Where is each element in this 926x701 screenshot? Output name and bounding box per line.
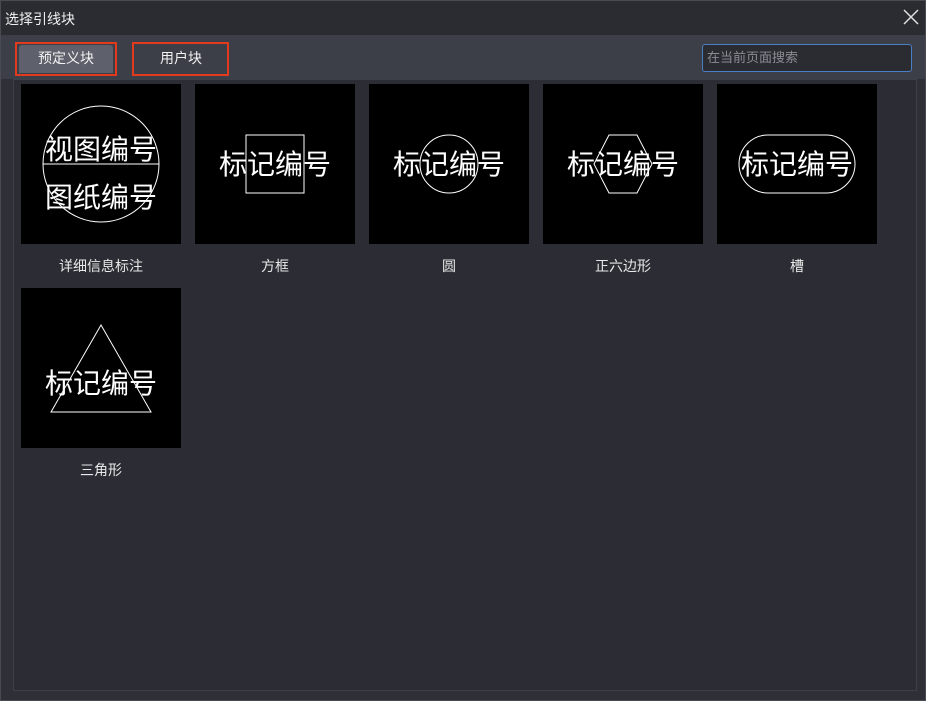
block-item-circle[interactable]: 标记编号 圆 [369, 84, 529, 276]
tab-user-blocks[interactable]: 用户块 [137, 45, 225, 73]
close-button[interactable] [901, 7, 921, 27]
block-item-detail[interactable]: 视图编号 图纸编号 详细信息标注 [21, 84, 181, 276]
slot-thumbnail: 标记编号 [717, 84, 877, 244]
block-line-1: 标记编号 [219, 148, 331, 181]
block-line-1: 视图编号 [45, 133, 157, 166]
close-icon [903, 9, 919, 25]
block-line-2: 图纸编号 [45, 181, 157, 214]
block-caption: 三角形 [80, 463, 122, 479]
block-line-1: 标记编号 [393, 148, 505, 181]
hexagon-thumbnail: 标记编号 [543, 84, 703, 244]
block-item-slot[interactable]: 标记编号 槽 [717, 84, 877, 276]
block-item-hexagon[interactable]: 标记编号 正六边形 [543, 84, 703, 276]
block-grid: 视图编号 图纸编号 详细信息标注 标记编号 方框 标记编号 圆 标记编号 正六边… [13, 79, 917, 691]
detail-annotation-thumbnail: 视图编号 图纸编号 [21, 84, 181, 244]
window-title: 选择引线块 [5, 12, 75, 28]
block-line-1: 标记编号 [45, 367, 157, 400]
tab-predefined-blocks[interactable]: 预定义块 [19, 45, 113, 73]
block-caption: 圆 [442, 259, 456, 275]
title-bar: 选择引线块 [1, 1, 925, 35]
dialog-window: 选择引线块 预定义块 用户块 视图编号 图纸编号 详细信息标注 [0, 0, 926, 701]
triangle-thumbnail: 标记编号 [21, 288, 181, 448]
block-item-square[interactable]: 标记编号 方框 [195, 84, 355, 276]
tab-bar: 预定义块 用户块 [1, 35, 925, 79]
block-line-1: 标记编号 [741, 148, 853, 181]
block-caption: 槽 [790, 259, 804, 275]
block-caption: 详细信息标注 [59, 259, 143, 275]
circle-thumbnail: 标记编号 [369, 84, 529, 244]
search-input[interactable] [702, 44, 912, 72]
block-caption: 正六边形 [595, 259, 651, 275]
block-line-1: 标记编号 [567, 148, 679, 181]
block-item-triangle[interactable]: 标记编号 三角形 [21, 288, 181, 480]
block-caption: 方框 [261, 259, 289, 275]
square-thumbnail: 标记编号 [195, 84, 355, 244]
